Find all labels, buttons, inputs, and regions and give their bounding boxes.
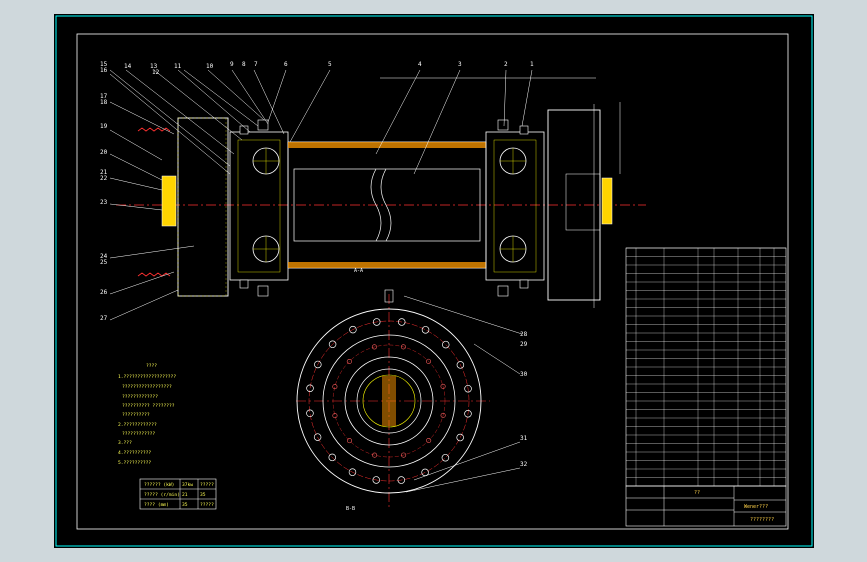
- balloon-4: 4: [418, 61, 422, 68]
- balloon-25: 25: [100, 259, 108, 266]
- leader-lines: [109, 69, 533, 493]
- spec-r2-c1: ????? (r/min): [144, 492, 180, 498]
- note-line-3: ?????????????: [122, 394, 158, 400]
- balloon-27: 27: [100, 315, 108, 322]
- note-line-10: 5.??????????: [118, 460, 151, 466]
- balloon-31: 31: [520, 435, 528, 442]
- balloon-10: 10: [206, 63, 214, 70]
- bolt-hole: [306, 409, 314, 418]
- note-line-2: ??????????????????: [122, 384, 172, 390]
- balloon-11: 11: [174, 63, 182, 70]
- balloon-30: 30: [520, 371, 528, 378]
- bolt-hole: [346, 438, 352, 444]
- spec-r2-c2: 21: [182, 492, 188, 498]
- balloon-23: 23: [100, 199, 108, 206]
- spec-r3-c1: ???? (mm): [144, 502, 169, 508]
- technical-notes: ???? 1.??????????????????? ?????????????…: [118, 363, 176, 466]
- title-block: ?? Wener??? ????????: [625, 485, 787, 527]
- outer-frame: [55, 15, 813, 547]
- balloon-14: 14: [124, 63, 132, 70]
- balloon-16: 16: [100, 67, 108, 74]
- balloon-9: 9: [230, 61, 234, 68]
- note-line-4: ?????????? ????????: [122, 403, 175, 409]
- balloon-32: 32: [520, 461, 528, 468]
- spec-r1-c2: 37kw: [182, 482, 193, 488]
- spec-r3-c2: 35: [182, 502, 188, 508]
- drawing-title: ????????: [750, 517, 774, 523]
- bolt-hole: [306, 384, 314, 393]
- balloon-28: 28: [520, 331, 528, 338]
- drawing-sheet: A-A 15 16 17 18 19 20 21 22 23 24 25 26 …: [54, 14, 814, 548]
- note-line-1: 1.???????????????????: [118, 374, 176, 380]
- balloon-1: 1: [530, 61, 534, 68]
- parts-list: [625, 247, 787, 487]
- balloon-22: 22: [100, 175, 108, 182]
- balloon-8: 8: [242, 61, 246, 68]
- balloon-20: 20: [100, 149, 108, 156]
- bolt-hole: [332, 413, 338, 419]
- balloon-3: 3: [458, 61, 462, 68]
- note-line-7: ????????????: [122, 431, 155, 437]
- balloon-12: 12: [152, 69, 160, 76]
- bolt-hole: [421, 326, 430, 334]
- balloon-2: 2: [504, 61, 508, 68]
- balloon-19: 19: [100, 123, 108, 130]
- notes-heading: ????: [146, 363, 157, 369]
- title-name: ??: [694, 490, 700, 496]
- spec-r3-c3: ?????: [200, 502, 214, 508]
- bolt-hole: [441, 340, 450, 349]
- balloon-18: 18: [100, 99, 108, 106]
- cad-drawing: A-A 15 16 17 18 19 20 21 22 23 24 25 26 …: [55, 15, 813, 547]
- note-line-8: 3.???: [118, 440, 132, 446]
- bolt-hole: [332, 384, 338, 390]
- bolt-hole: [421, 468, 429, 477]
- balloon-29: 29: [520, 341, 528, 348]
- balloon-6: 6: [284, 61, 288, 68]
- spec-r2-c3: 35: [200, 492, 206, 498]
- note-line-9: 4.??????????: [118, 450, 151, 456]
- spec-r1-c1: ?????? (kW): [144, 482, 174, 488]
- balloon-5: 5: [328, 61, 332, 68]
- balloon-26: 26: [100, 289, 108, 296]
- inner-frame: [76, 33, 789, 530]
- spec-table: ?????? (kW) 37kw ????? ????? (r/min) 21 …: [139, 478, 217, 510]
- balloon-7: 7: [254, 61, 258, 68]
- note-line-5: ??????????: [122, 412, 150, 418]
- section-label-aa: A-A: [354, 268, 363, 274]
- note-line-6: 2.????????????: [118, 422, 157, 428]
- section-view-bb: B-B: [296, 289, 490, 512]
- spec-r1-c3: ?????: [200, 482, 214, 488]
- title-code: Wener???: [744, 504, 768, 510]
- section-label-bb: B-B: [346, 506, 355, 512]
- bolt-hole: [441, 453, 450, 462]
- section-view-aa: A-A: [116, 77, 646, 308]
